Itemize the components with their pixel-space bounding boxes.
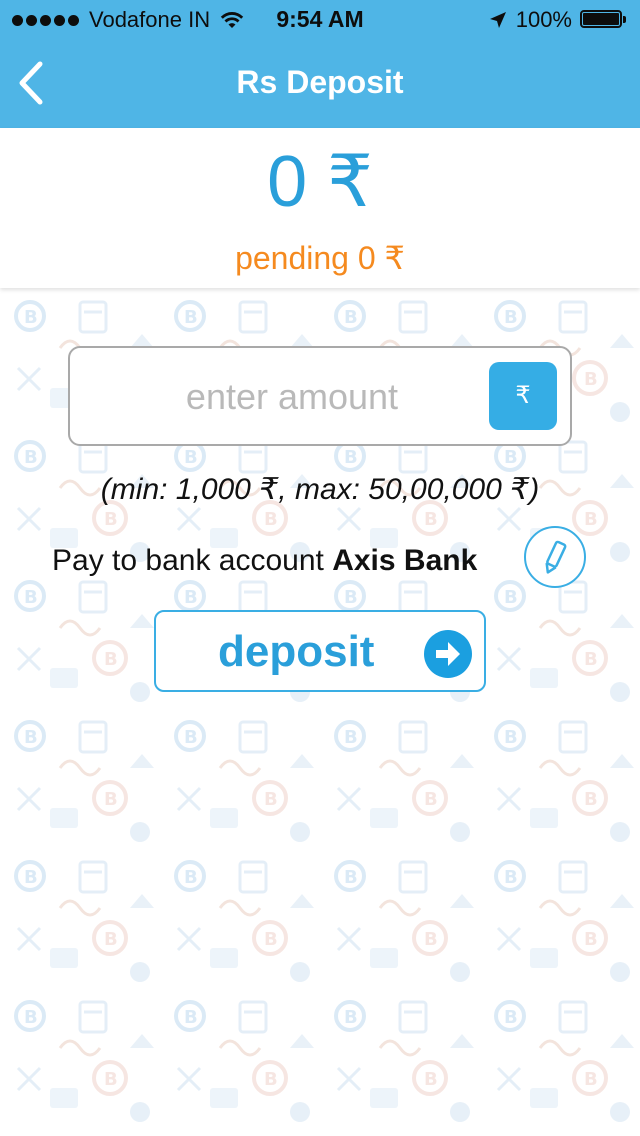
- pending-amount: pending 0 ₹: [235, 240, 405, 276]
- deposit-limits: (min: 1,000 ₹, max: 50,00,000 ₹): [100, 473, 540, 506]
- bank-prefix: Pay to bank account: [52, 544, 324, 577]
- amount-input[interactable]: [90, 358, 494, 436]
- edit-bank-button[interactable]: [524, 526, 586, 588]
- status-right: 100%: [488, 7, 628, 33]
- navigation-bar: Rs Deposit: [0, 40, 640, 128]
- battery-icon: [580, 9, 628, 31]
- bank-name: Axis Bank: [332, 544, 478, 577]
- deposit-button[interactable]: deposit: [154, 610, 486, 692]
- battery-percent: 100%: [515, 7, 572, 32]
- balance-amount: 0 ₹: [267, 142, 373, 222]
- deposit-label: deposit: [218, 627, 375, 676]
- bank-account-row: Pay to bank account Axis Bank: [0, 526, 640, 596]
- currency-button[interactable]: ₹: [489, 362, 557, 430]
- location-arrow-icon: [489, 12, 506, 28]
- amount-field: ₹: [68, 346, 572, 446]
- deposit-screen: Vodafone IN 9:54 AM 100% Rs Deposit 0 ₹ …: [0, 0, 640, 1136]
- page-title: Rs Deposit: [236, 64, 404, 100]
- status-bar: Vodafone IN 9:54 AM 100%: [0, 0, 640, 40]
- arrow-right-circle-icon: [424, 630, 472, 678]
- pencil-icon: [545, 540, 567, 574]
- balance-panel: 0 ₹ pending 0 ₹: [0, 128, 640, 288]
- bank-text: Pay to bank account Axis Bank: [52, 544, 477, 578]
